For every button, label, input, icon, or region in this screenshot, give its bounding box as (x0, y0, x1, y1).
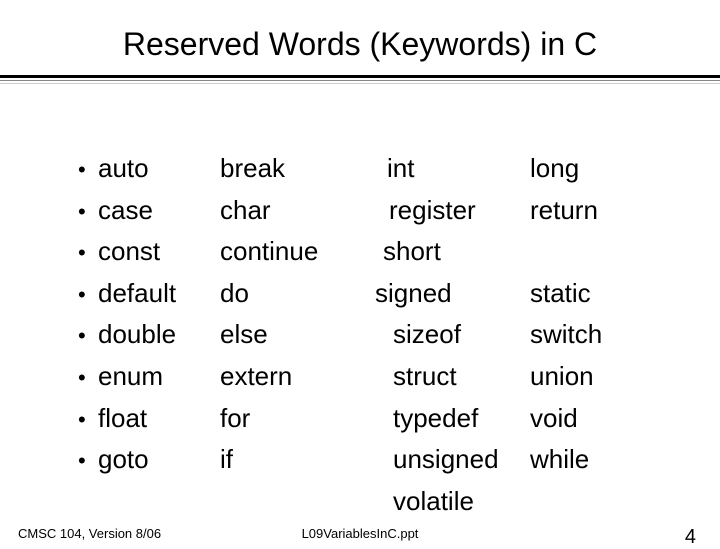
bullet-icon: • (78, 192, 98, 232)
column-2: break char continue do else extern for i… (220, 148, 375, 522)
list-item: unsigned (375, 439, 530, 481)
bullet-icon: • (78, 400, 98, 440)
bullet-icon: • (78, 358, 98, 398)
list-item: int (375, 148, 530, 190)
bullet-icon: • (78, 316, 98, 356)
list-item: •default (78, 273, 220, 315)
list-item: struct (375, 356, 530, 398)
list-item: while (530, 439, 670, 481)
column-3: int register short signed sizeof struct … (375, 148, 530, 522)
list-item: •case (78, 190, 220, 232)
column-4: long return static switch union void whi… (530, 148, 670, 522)
column-1: •auto •case •const •default •double •enu… (50, 148, 220, 522)
list-item: volatile (375, 481, 530, 523)
list-item: long (530, 148, 670, 190)
list-item: •goto (78, 439, 220, 481)
footer-center: L09VariablesInC.ppt (0, 526, 720, 541)
blank-line (530, 231, 670, 273)
list-item: union (530, 356, 670, 398)
footer-page-number: 4 (685, 526, 696, 549)
slide: Reserved Words (Keywords) in C •auto •ca… (0, 0, 720, 540)
list-item: static (530, 273, 670, 315)
list-item: signed (375, 273, 530, 315)
title-underline (0, 75, 720, 84)
keywords-columns: •auto •case •const •default •double •enu… (50, 148, 670, 522)
list-item: •double (78, 314, 220, 356)
list-item: short (375, 231, 530, 273)
list-item: if (220, 439, 375, 481)
list-item: break (220, 148, 375, 190)
list-item: return (530, 190, 670, 232)
list-item: else (220, 314, 375, 356)
list-item: •enum (78, 356, 220, 398)
slide-title: Reserved Words (Keywords) in C (50, 26, 670, 63)
list-item: typedef (375, 398, 530, 440)
list-item: for (220, 398, 375, 440)
list-item: void (530, 398, 670, 440)
list-item: •auto (78, 148, 220, 190)
list-item: char (220, 190, 375, 232)
list-item: •const (78, 231, 220, 273)
list-item: register (375, 190, 530, 232)
bullet-icon: • (78, 233, 98, 273)
list-item: sizeof (375, 314, 530, 356)
list-item: continue (220, 231, 375, 273)
list-item: do (220, 273, 375, 315)
bullet-icon: • (78, 275, 98, 315)
list-item: •float (78, 398, 220, 440)
bullet-icon: • (78, 150, 98, 190)
list-item: switch (530, 314, 670, 356)
list-item: extern (220, 356, 375, 398)
bullet-icon: • (78, 441, 98, 481)
